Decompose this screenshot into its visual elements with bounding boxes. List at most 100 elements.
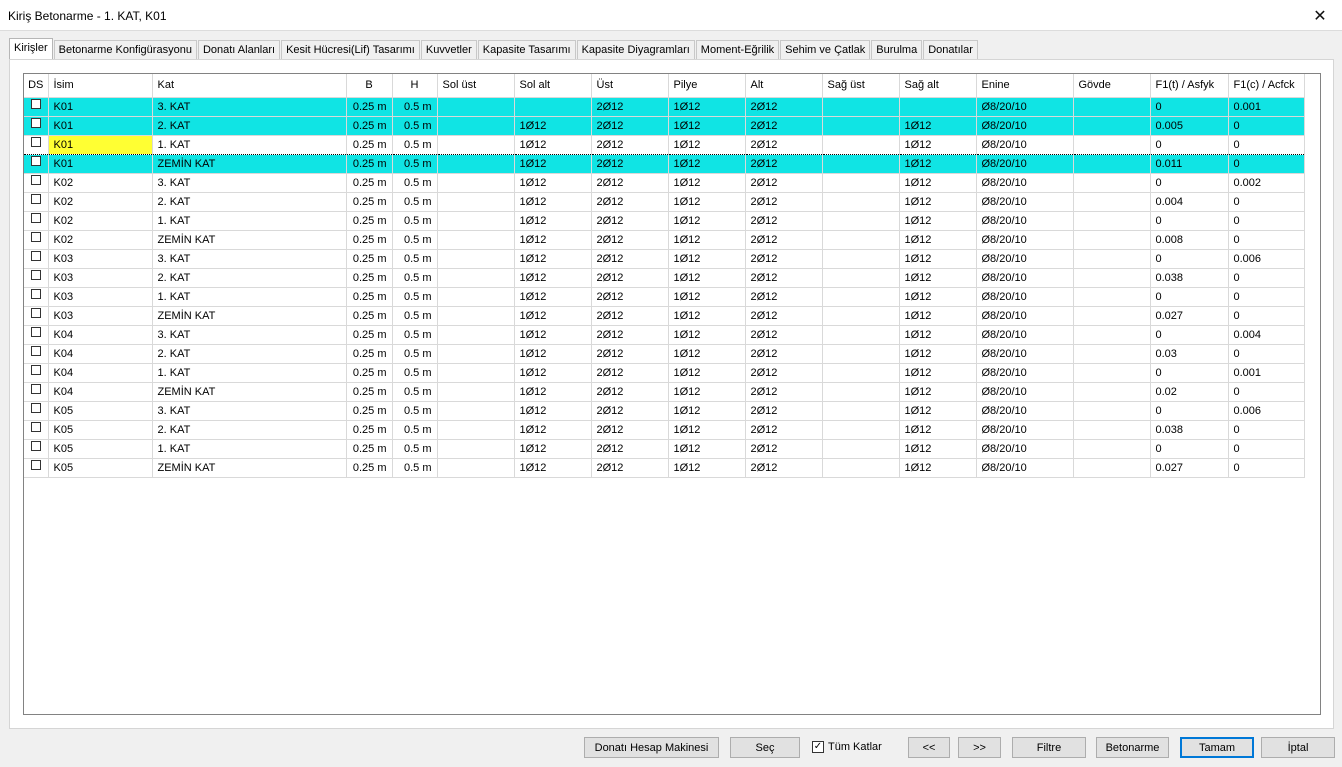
table-cell[interactable]: 1. KAT [152, 363, 347, 383]
table-cell[interactable] [822, 306, 900, 326]
table-cell[interactable]: 0.25 m [346, 287, 393, 307]
row-checkbox[interactable] [30, 364, 41, 375]
table-cell[interactable] [437, 154, 515, 174]
ds-cell[interactable] [24, 363, 49, 383]
table-cell[interactable] [437, 211, 515, 231]
table-cell[interactable] [1073, 97, 1151, 117]
table-cell[interactable] [822, 420, 900, 440]
table-cell[interactable]: 0.5 m [392, 230, 438, 250]
table-cell[interactable]: 2Ø12 [745, 325, 823, 345]
table-cell[interactable]: 1Ø12 [668, 134, 746, 155]
table-cell[interactable] [1073, 268, 1151, 288]
table-row[interactable]: K04 1. KAT 0.25 m 0.5 m 1Ø12 2Ø12 1Ø12 2Ø12 1Ø12… [24, 363, 1305, 383]
ds-cell[interactable] [24, 382, 49, 402]
table-cell[interactable]: 1Ø12 [899, 363, 977, 383]
table-cell[interactable]: 0 [1228, 230, 1305, 250]
table-cell[interactable]: 0 [1150, 173, 1229, 193]
table-cell[interactable]: 0.5 m [392, 325, 438, 345]
table-cell[interactable] [437, 230, 515, 250]
table-cell[interactable]: 1Ø12 [899, 401, 977, 421]
table-cell[interactable]: 0.5 m [392, 306, 438, 326]
table-cell[interactable]: ZEMİN KAT [152, 382, 347, 402]
table-cell[interactable] [822, 401, 900, 421]
table-cell[interactable] [1073, 116, 1151, 136]
tab-6[interactable]: Kapasite Diyagramları [576, 40, 695, 60]
table-row[interactable]: K05 3. KAT 0.25 m 0.5 m 1Ø12 2Ø12 1Ø12 2Ø12 1Ø12… [24, 401, 1305, 421]
table-cell[interactable] [1073, 211, 1151, 231]
table-cell[interactable]: 1Ø12 [668, 230, 746, 250]
table-cell[interactable]: 1Ø12 [514, 173, 592, 193]
table-cell[interactable]: 0 [1228, 458, 1305, 478]
table-cell[interactable]: 1Ø12 [899, 154, 977, 174]
table-cell[interactable]: 0 [1150, 211, 1229, 231]
table-cell[interactable] [437, 97, 515, 117]
table-cell[interactable]: 1Ø12 [514, 116, 592, 136]
table-cell[interactable]: 1Ø12 [899, 420, 977, 440]
table-cell[interactable] [437, 268, 515, 288]
table-cell[interactable]: 2Ø12 [745, 344, 823, 364]
table-cell[interactable]: 0.5 m [392, 344, 438, 364]
table-cell[interactable]: K02 [48, 230, 153, 250]
table-cell[interactable]: Ø8/20/10 [976, 287, 1074, 307]
table-cell[interactable]: 1Ø12 [899, 458, 977, 478]
table-cell[interactable]: 0.011 [1150, 154, 1229, 174]
table-cell[interactable] [437, 249, 515, 269]
table-cell[interactable]: K04 [48, 344, 153, 364]
table-cell[interactable] [822, 344, 900, 364]
table-cell[interactable]: 1Ø12 [668, 249, 746, 269]
table-cell[interactable]: 0.004 [1150, 192, 1229, 212]
row-checkbox[interactable] [30, 269, 41, 280]
table-cell[interactable]: 2. KAT [152, 420, 347, 440]
column-header[interactable]: Alt [745, 74, 823, 98]
table-row[interactable]: K03 1. KAT 0.25 m 0.5 m 1Ø12 2Ø12 1Ø12 2Ø12 1Ø12… [24, 287, 1305, 307]
table-cell[interactable]: 1Ø12 [668, 116, 746, 136]
table-cell[interactable] [822, 458, 900, 478]
table-row[interactable]: K02 2. KAT 0.25 m 0.5 m 1Ø12 2Ø12 1Ø12 2Ø12 1Ø12… [24, 192, 1305, 212]
close-icon[interactable]: ✕ [1298, 0, 1342, 31]
ds-cell[interactable] [24, 401, 49, 421]
table-cell[interactable]: K04 [48, 382, 153, 402]
row-checkbox[interactable] [30, 383, 41, 394]
table-cell[interactable]: 1Ø12 [514, 458, 592, 478]
table-cell[interactable]: 0.25 m [346, 211, 393, 231]
table-row[interactable]: K02 3. KAT 0.25 m 0.5 m 1Ø12 2Ø12 1Ø12 2Ø12 1Ø12… [24, 173, 1305, 193]
table-cell[interactable]: 0 [1150, 97, 1229, 117]
table-row[interactable]: K04 2. KAT 0.25 m 0.5 m 1Ø12 2Ø12 1Ø12 2Ø12 1Ø12… [24, 344, 1305, 364]
table-cell[interactable]: 0.5 m [392, 154, 438, 174]
ds-cell[interactable] [24, 173, 49, 193]
table-cell[interactable]: 0.5 m [392, 97, 438, 117]
table-cell[interactable]: 1Ø12 [514, 287, 592, 307]
row-checkbox[interactable] [30, 193, 41, 204]
table-cell[interactable] [822, 173, 900, 193]
column-header[interactable]: Sol alt [514, 74, 592, 98]
table-cell[interactable] [822, 325, 900, 345]
table-cell[interactable]: 0 [1150, 439, 1229, 459]
row-checkbox[interactable] [30, 307, 41, 318]
table-cell[interactable]: 1Ø12 [899, 325, 977, 345]
table-cell[interactable] [437, 344, 515, 364]
table-cell[interactable]: 1Ø12 [899, 211, 977, 231]
row-checkbox[interactable] [30, 421, 41, 432]
table-cell[interactable]: 0.027 [1150, 458, 1229, 478]
table-cell[interactable]: 0.006 [1228, 249, 1305, 269]
column-header[interactable]: Gövde [1073, 74, 1151, 98]
table-cell[interactable]: 0 [1150, 287, 1229, 307]
table-cell[interactable]: 2Ø12 [591, 325, 669, 345]
table-cell[interactable]: 2. KAT [152, 344, 347, 364]
table-cell[interactable] [822, 211, 900, 231]
table-cell[interactable]: 0.001 [1228, 97, 1305, 117]
table-cell[interactable]: Ø8/20/10 [976, 192, 1074, 212]
table-cell[interactable]: 0.25 m [346, 97, 393, 117]
table-row[interactable]: K01 3. KAT 0.25 m 0.5 m 2Ø12 1Ø12 2Ø12 Ø8/20/10… [24, 97, 1305, 117]
table-cell[interactable]: 2Ø12 [591, 173, 669, 193]
table-cell[interactable]: 1Ø12 [899, 116, 977, 136]
table-cell[interactable]: 3. KAT [152, 325, 347, 345]
table-cell[interactable]: 0 [1150, 249, 1229, 269]
table-cell[interactable] [822, 230, 900, 250]
table-cell[interactable]: 2Ø12 [591, 134, 669, 155]
table-cell[interactable]: K03 [48, 249, 153, 269]
table-cell[interactable] [1073, 154, 1151, 174]
table-cell[interactable] [822, 249, 900, 269]
tab-0[interactable]: Kirişler [9, 38, 53, 59]
table-cell[interactable]: 2Ø12 [591, 268, 669, 288]
